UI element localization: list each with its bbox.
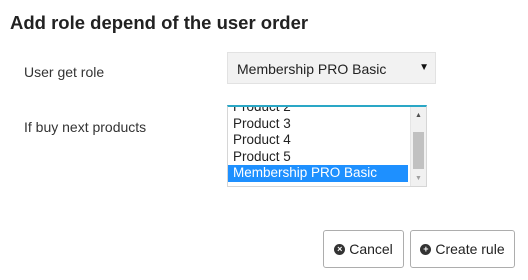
add-role-dialog: Add role depend of the user order User g… — [0, 0, 528, 280]
product-option[interactable]: Product 3 — [228, 116, 408, 133]
scroll-up-icon[interactable]: ▲ — [411, 109, 426, 123]
products-listbox[interactable]: Product 2 Product 3 Product 4 Product 5 … — [227, 105, 427, 187]
products-label: If buy next products — [24, 119, 147, 135]
role-select-value: Membership PRO Basic — [237, 61, 387, 77]
products-list: Product 2 Product 3 Product 4 Product 5 … — [228, 107, 408, 182]
cancel-button[interactable]: × Cancel — [323, 230, 404, 268]
product-option-selected[interactable]: Membership PRO Basic — [228, 165, 408, 182]
product-option[interactable]: Product 5 — [228, 149, 408, 166]
cancel-button-label: Cancel — [349, 241, 393, 257]
dropdown-arrow-icon: ▼ — [419, 62, 429, 73]
product-option[interactable]: Product 4 — [228, 132, 408, 149]
user-get-role-label: User get role — [24, 64, 105, 80]
times-circle-icon: × — [334, 243, 346, 255]
create-rule-button-label: Create rule — [435, 241, 505, 257]
listbox-scrollbar[interactable]: ▲ ▼ — [410, 107, 426, 186]
product-option[interactable]: Product 2 — [228, 107, 408, 116]
plus-circle-icon: + — [420, 243, 432, 255]
role-select[interactable]: Membership PRO Basic ▼ — [227, 52, 436, 84]
scroll-down-icon[interactable]: ▼ — [411, 172, 426, 186]
scroll-thumb[interactable] — [413, 132, 424, 169]
create-rule-button[interactable]: + Create rule — [410, 230, 515, 268]
dialog-title: Add role depend of the user order — [10, 12, 309, 33]
